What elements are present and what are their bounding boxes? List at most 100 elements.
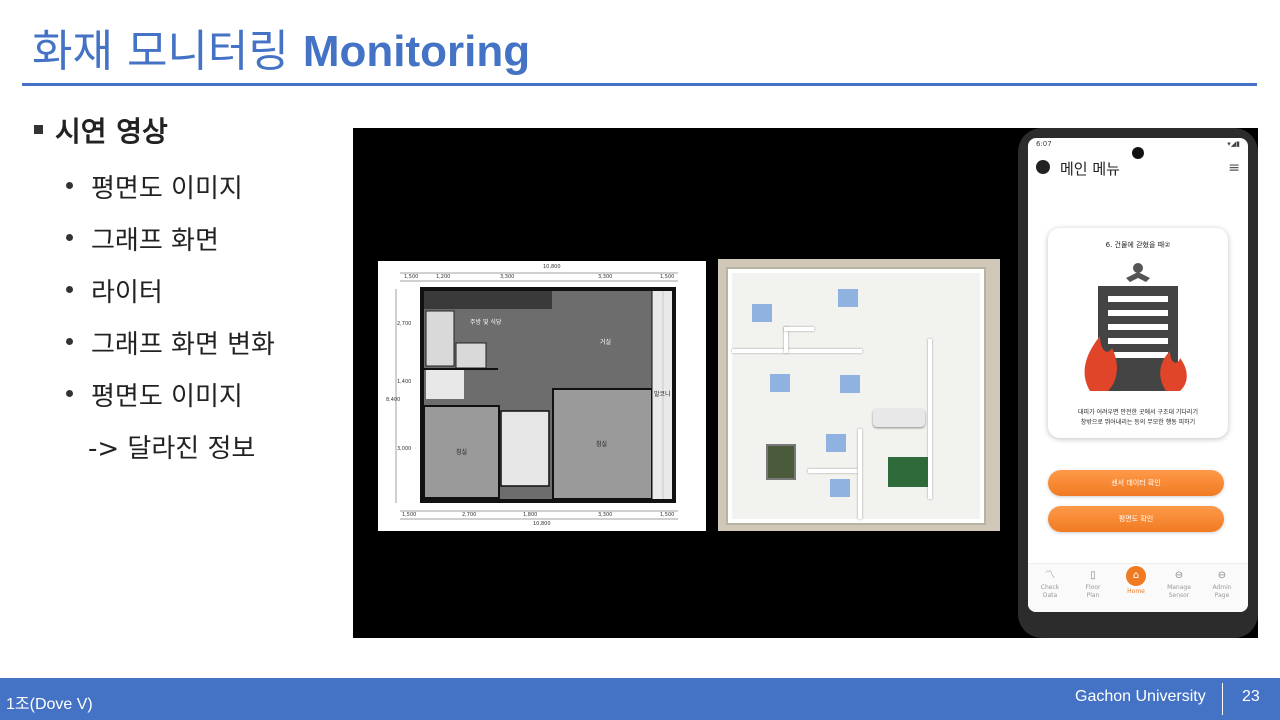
nav-home[interactable]: ⌂ Home	[1116, 566, 1156, 596]
model-wall	[784, 327, 814, 331]
chart-icon: 〽	[1045, 570, 1055, 581]
sub-bullet-text: 그래프 화면	[91, 226, 219, 256]
sticky-note	[840, 375, 860, 393]
square-bullet-icon	[34, 124, 43, 134]
dim-top-total: 10,800	[543, 264, 561, 270]
slide-title-en: Monitoring	[302, 27, 531, 76]
main-bullet-text: 시연 영상	[55, 115, 168, 148]
card-desc-line-2: 창밖으로 뛰어내리는 등의 무모한 행동 피하기	[1080, 419, 1196, 426]
admin-icon: ⊖	[1217, 570, 1227, 581]
nav-manage-sensor[interactable]: ⊖ Manage Sensor	[1159, 570, 1199, 600]
nav-label: Floor	[1085, 584, 1101, 591]
nav-label: Check	[1040, 584, 1060, 591]
dim-left-2: 1,400	[397, 379, 412, 385]
bullet-dot-icon	[66, 286, 73, 293]
nav-check-data[interactable]: 〽 Check Data	[1030, 570, 1070, 600]
shield-icon	[1036, 160, 1050, 174]
phone-screen: 6:07 ▾◢▮ 메인 메뉴 ≡ 6. 건물에 갇혔을 때② 대피가 어려우면 …	[1028, 138, 1248, 612]
dim-top-3: 3,300	[500, 274, 515, 280]
main-bullet: 시연 영상	[34, 110, 168, 150]
room-bedroom-2: 침실	[596, 441, 608, 448]
camera-icon	[1132, 147, 1144, 159]
building-fire-icon	[1084, 263, 1187, 391]
nav-label: Page	[1214, 592, 1230, 599]
dim-bottom-3: 1,800	[523, 512, 538, 518]
nav-label: Data	[1042, 592, 1058, 599]
bullet-dot-icon	[66, 338, 73, 345]
dim-bottom-2: 2,700	[462, 512, 477, 518]
dim-top-5: 1,500	[660, 274, 675, 280]
manage-sensor-icon: ⊖	[1174, 570, 1184, 581]
sub-note: -> 달라진 정보	[88, 434, 256, 464]
microcontroller-board	[888, 457, 928, 487]
card-desc-line-1: 대피가 어려우면 안전한 곳에서 구조대 기다리기	[1078, 409, 1198, 416]
floor-plan-icon: ▯	[1090, 570, 1096, 581]
sub-bullet-3: 라이터	[66, 272, 163, 309]
title-underline	[22, 83, 1257, 86]
sticky-note	[830, 479, 850, 497]
home-icon: ⌂	[1126, 566, 1146, 586]
card-description: 대피가 어려우면 안전한 곳에서 구조대 기다리기 창밖으로 뛰어내리는 등의 …	[1058, 408, 1218, 428]
status-icons: ▾◢▮	[1227, 140, 1240, 148]
dim-left-total: 8,400	[386, 397, 401, 403]
sub-bullet-2: 그래프 화면	[66, 220, 219, 257]
bullet-dot-icon	[66, 234, 73, 241]
nav-label: Plan	[1086, 592, 1100, 599]
model-wall	[858, 429, 862, 519]
sub-bullet-text: 평면도 이미지	[91, 382, 243, 412]
dim-bottom-5: 1,500	[660, 512, 675, 518]
page-number: 23	[1242, 688, 1260, 705]
dim-top-1: 1,500	[404, 274, 419, 280]
bullet-dot-icon	[66, 390, 73, 397]
sub-bullet-5: 평면도 이미지	[66, 376, 243, 413]
nav-floor-plan[interactable]: ▯ Floor Plan	[1073, 570, 1113, 600]
sticky-note	[826, 434, 846, 452]
footer-university: Gachon University	[1075, 688, 1206, 705]
dim-bottom-1: 1,500	[402, 512, 417, 518]
sub-bullet-4: 그래프 화면 변화	[66, 324, 275, 361]
sticky-note	[770, 374, 790, 392]
model-wall	[928, 339, 932, 499]
nav-admin-page[interactable]: ⊖ Admin Page	[1202, 570, 1242, 600]
nav-label: Home	[1127, 588, 1145, 595]
slide-title-ko: 화재 모니터링	[32, 26, 289, 77]
dim-left-3: 3,000	[397, 446, 412, 452]
sub-bullet-text: 그래프 화면 변화	[91, 330, 275, 360]
nav-label: Manage	[1167, 584, 1191, 591]
bullet-dot-icon	[66, 182, 73, 189]
sensor-data-button[interactable]: 센서 데이터 확인	[1048, 470, 1224, 496]
footer-bar: 1조(Dove V) Gachon University 23	[0, 678, 1280, 720]
hamburger-menu-icon[interactable]: ≡	[1228, 160, 1240, 176]
nav-label: Admin	[1212, 584, 1232, 591]
dim-left-1: 2,700	[397, 321, 412, 327]
slide-title: 화재 모니터링 Monitoring	[32, 22, 530, 82]
app-title: 메인 메뉴	[1060, 160, 1120, 178]
phone-frame: 6:07 ▾◢▮ 메인 메뉴 ≡ 6. 건물에 갇혔을 때② 대피가 어려우면 …	[1018, 128, 1258, 638]
sticky-note	[838, 289, 858, 307]
guide-card[interactable]: 6. 건물에 갇혔을 때② 대피가 어려우면 안전한 곳에서 구조대 기다리기 …	[1048, 228, 1228, 438]
nav-label: Sensor	[1168, 592, 1190, 599]
demo-video[interactable]: 10,800 1,500 1,200 3,300 3,300 1,500 1,5…	[353, 128, 1258, 638]
dim-bottom-4: 3,300	[598, 512, 613, 518]
model-photo	[718, 259, 1000, 531]
dim-top-4: 3,300	[598, 274, 613, 280]
model-wall	[808, 469, 858, 473]
footer-team: 1조(Dove V)	[6, 696, 93, 713]
room-living: 거실	[600, 339, 612, 346]
footer-divider	[1222, 683, 1223, 715]
card-title: 6. 건물에 갇혔을 때②	[1105, 241, 1171, 249]
sub-bullet-1: 평면도 이미지	[66, 168, 243, 205]
model-wall	[732, 349, 862, 353]
dim-bottom-total: 10,800	[533, 521, 551, 527]
sticky-note	[752, 304, 772, 322]
sub-bullet-text: 라이터	[91, 278, 163, 308]
sub-bullet-text: 평면도 이미지	[91, 174, 243, 204]
sensor-board	[766, 444, 796, 480]
dim-top-2: 1,200	[436, 274, 451, 280]
room-bedroom-1: 침실	[456, 449, 468, 456]
floor-plan-button[interactable]: 평면도 확인	[1048, 506, 1224, 532]
floorplan-image: 10,800 1,500 1,200 3,300 3,300 1,500 1,5…	[378, 261, 706, 531]
room-kitchen: 주방 및 식당	[470, 319, 502, 326]
bottom-nav: 〽 Check Data ▯ Floor Plan ⌂ Home ⊖ Manag…	[1028, 563, 1248, 612]
router-device	[873, 409, 925, 427]
